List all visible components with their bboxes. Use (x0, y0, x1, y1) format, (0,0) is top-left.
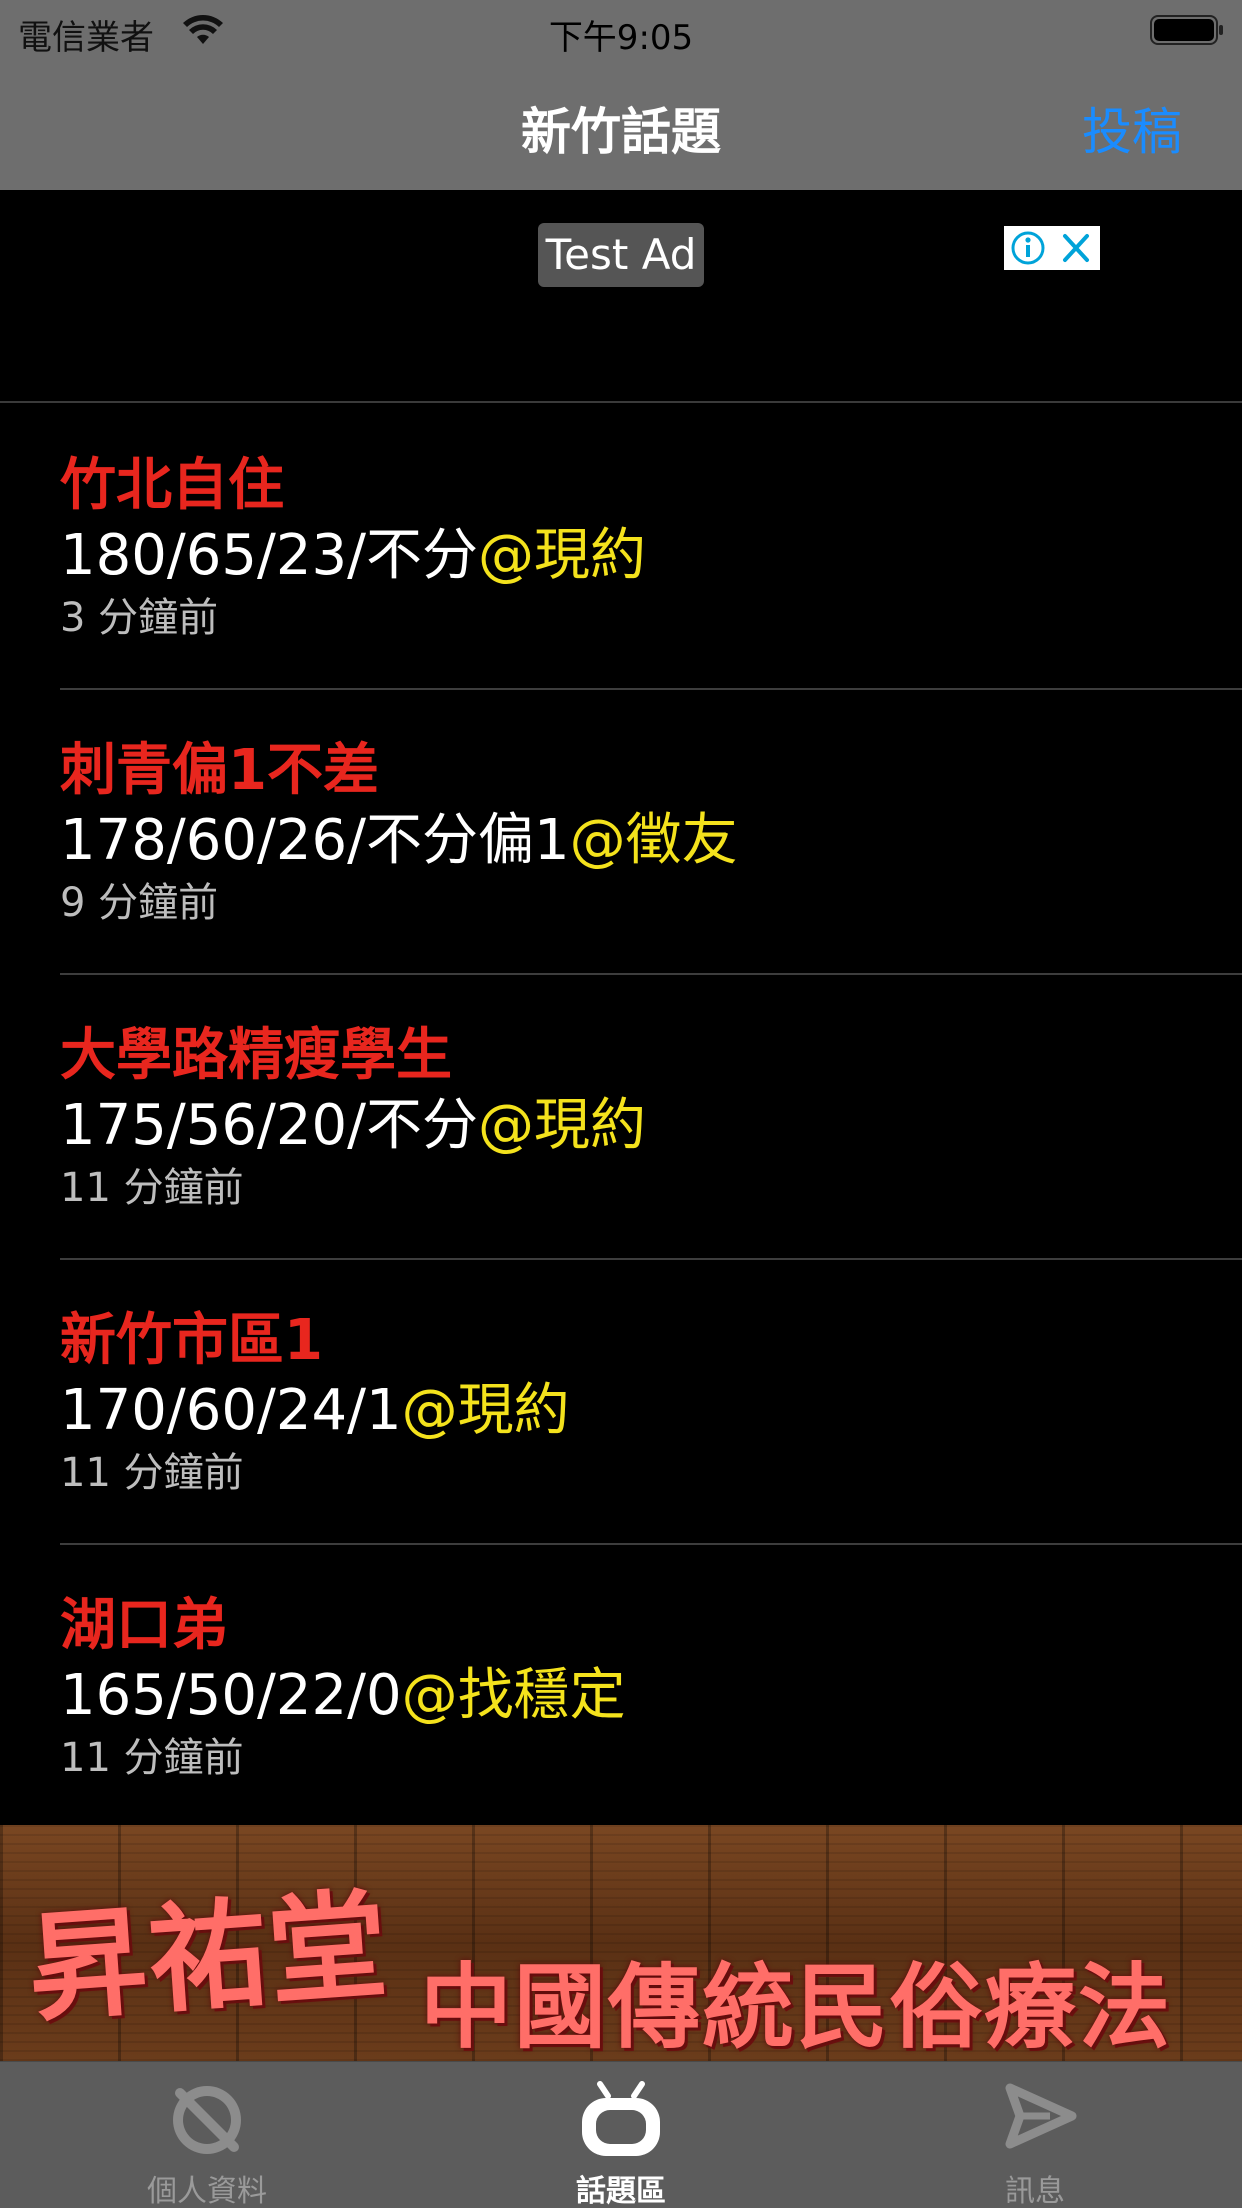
topic-stats: 175/56/20/不分@現約 (60, 1080, 646, 1161)
tab-topics[interactable]: 話題區 (414, 2062, 828, 2208)
tab-messages[interactable]: 訊息 (828, 2062, 1242, 2208)
topic-tag: @現約 (478, 523, 647, 588)
topic-stats: 178/60/26/不分偏1@徵友 (60, 795, 738, 876)
page-title: 新竹話題 (521, 103, 721, 161)
test-ad-label[interactable]: Test Ad (538, 223, 704, 287)
topic-tag: @徵友 (569, 808, 738, 873)
message-send-icon (1005, 2083, 1077, 2149)
topic-tag: @找穩定 (401, 1663, 626, 1728)
profile-icon (173, 2086, 241, 2154)
topic-stats-text: 175/56/20/不分 (60, 1093, 479, 1158)
ad-close-icon[interactable] (1052, 226, 1100, 270)
ad-slot[interactable]: Test Ad (0, 190, 1242, 403)
tab-label: 個人資料 (147, 2174, 267, 2208)
topic-time: 9 分鐘前 (60, 880, 219, 926)
top-chrome: 電信業者 下午9:05 新竹話題 投稿 (0, 0, 1242, 190)
topic-tag: @現約 (401, 1378, 570, 1443)
ad-choices (1004, 226, 1100, 270)
topics-tv-icon (582, 2081, 660, 2156)
topic-title: 竹北自住 (60, 453, 284, 518)
topic-row[interactable]: 竹北自住 180/65/23/不分@現約 3 分鐘前 (0, 405, 1242, 690)
topic-stats-text: 170/60/24/1 (60, 1378, 402, 1443)
topic-stats: 165/50/22/0@找穩定 (60, 1650, 626, 1731)
topic-stats: 170/60/24/1@現約 (60, 1365, 570, 1446)
topic-title: 湖口弟 (60, 1593, 228, 1658)
tab-label: 話題區 (576, 2174, 666, 2208)
topic-stats-text: 165/50/22/0 (60, 1663, 402, 1728)
tab-bar: 個人資料 話題區 訊息 (0, 2061, 1242, 2208)
tab-profile[interactable]: 個人資料 (0, 2062, 414, 2208)
topic-title: 大學路精瘦學生 (60, 1023, 452, 1088)
banner-shop-name: 昇祐堂 (24, 1875, 394, 2039)
topic-time: 3 分鐘前 (60, 595, 219, 641)
topic-row[interactable]: 新竹市區1 170/60/24/1@現約 11 分鐘前 (0, 1260, 1242, 1545)
topic-title: 新竹市區1 (60, 1308, 323, 1373)
topic-stats-text: 178/60/26/不分偏1 (60, 808, 570, 873)
post-button[interactable]: 投稿 (1082, 92, 1182, 164)
topic-row[interactable]: 刺青偏1不差 178/60/26/不分偏1@徵友 9 分鐘前 (0, 690, 1242, 975)
battery-icon (1150, 15, 1223, 45)
banner-slogan: 中國傳統民俗療法 (420, 1954, 1173, 2061)
topic-title: 刺青偏1不差 (60, 738, 379, 803)
status-time: 下午9:05 (548, 18, 694, 58)
topic-time: 11 分鐘前 (60, 1165, 244, 1211)
topic-row[interactable]: 大學路精瘦學生 175/56/20/不分@現約 11 分鐘前 (0, 975, 1242, 1260)
topic-tag: @現約 (478, 1093, 647, 1158)
topic-row[interactable]: 湖口弟 165/50/22/0@找穩定 11 分鐘前 (0, 1545, 1242, 1830)
app-screen: 電信業者 下午9:05 新竹話題 投稿 Test Ad 竹北自住 180/65/… (0, 0, 1242, 2208)
ad-info-icon[interactable] (1004, 226, 1052, 270)
topic-stats: 180/65/23/不分@現約 (60, 510, 646, 591)
topic-time: 11 分鐘前 (60, 1450, 244, 1496)
topic-list: 竹北自住 180/65/23/不分@現約 3 分鐘前 刺青偏1不差 178/60… (0, 405, 1242, 1830)
topic-time: 11 分鐘前 (60, 1735, 244, 1781)
status-bar: 電信業者 下午9:05 (0, 0, 1242, 60)
banner-ad[interactable]: 昇祐堂 中國傳統民俗療法 (0, 1825, 1242, 2061)
nav-bar: 新竹話題 投稿 (0, 60, 1242, 190)
tab-label: 訊息 (1005, 2174, 1065, 2208)
topic-stats-text: 180/65/23/不分 (60, 523, 479, 588)
